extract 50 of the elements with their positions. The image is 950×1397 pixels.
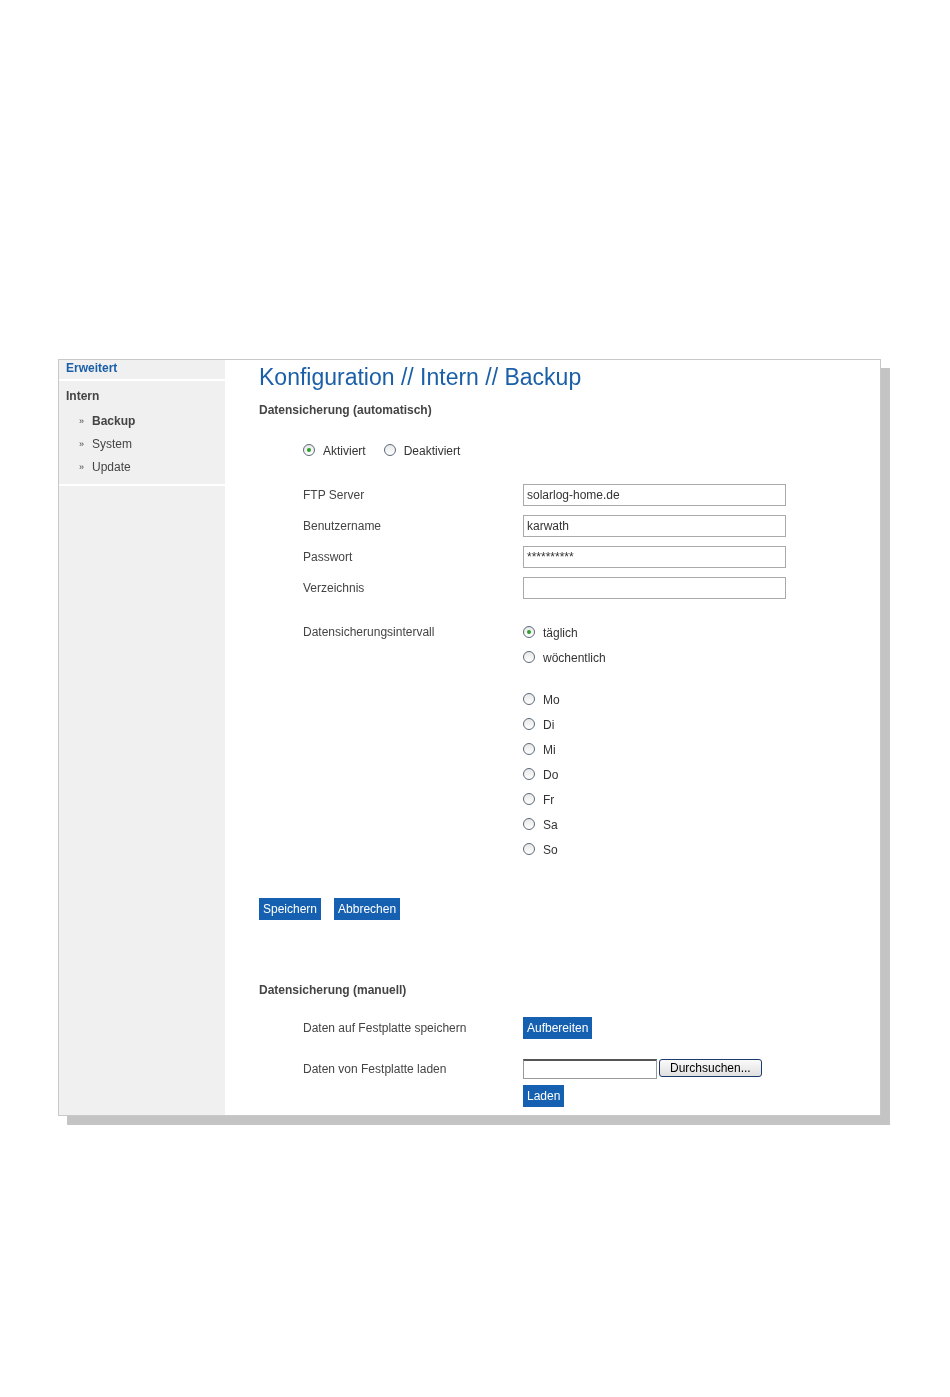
sidebar-header[interactable]: Erweitert <box>59 360 225 381</box>
field-label: Verzeichnis <box>303 581 366 595</box>
field-label: Daten von Festplatte laden <box>303 1062 448 1076</box>
field-label: Benutzername <box>303 519 383 533</box>
radio-label: wöchentlich <box>543 651 606 665</box>
sidebar-item[interactable]: System <box>92 436 133 451</box>
input-field[interactable]: ********** <box>523 546 786 568</box>
sidebar-section-title: Intern <box>65 388 101 405</box>
radio-label: So <box>543 843 558 857</box>
radio-button[interactable] <box>523 742 535 755</box>
section-heading: Datensicherung (manuell) <box>259 983 408 997</box>
bullet-mark: » <box>79 438 84 449</box>
sidebar-item[interactable]: Update <box>92 459 131 474</box>
sidebar-item[interactable]: Backup <box>92 413 136 428</box>
radio-button[interactable] <box>523 792 535 805</box>
radio-button[interactable] <box>303 443 315 456</box>
browse-button[interactable]: Durchsuchen... <box>659 1059 762 1077</box>
radio-label: Do <box>543 768 559 782</box>
radio-button[interactable] <box>523 650 535 663</box>
radio-button[interactable] <box>523 625 535 638</box>
radio-button[interactable] <box>523 842 535 855</box>
prepare-button[interactable]: Aufbereiten <box>523 1017 593 1039</box>
radio-label: täglich <box>543 626 578 640</box>
bullet-mark: » <box>79 415 84 426</box>
radio-label: Mi <box>543 743 556 757</box>
radio-button[interactable] <box>523 767 535 780</box>
input-field[interactable]: karwath <box>523 515 786 537</box>
radio-label: Sa <box>543 818 558 832</box>
radio-button[interactable] <box>383 443 396 456</box>
bullet-mark: » <box>79 461 84 472</box>
radio-button[interactable] <box>523 692 535 705</box>
action-button[interactable]: Abbrechen <box>334 898 401 920</box>
radio-button[interactable] <box>523 817 535 830</box>
radio-label: Fr <box>543 793 555 807</box>
section-heading: Datensicherung (automatisch) <box>259 403 433 417</box>
radio-label: Di <box>543 718 555 732</box>
action-button[interactable]: Speichern <box>259 898 322 920</box>
field-label: Datensicherungsintervall <box>303 625 436 639</box>
file-path-field[interactable] <box>523 1059 657 1079</box>
radio-label: Mo <box>543 693 560 707</box>
radio-button[interactable] <box>523 717 535 730</box>
field-label: FTP Server <box>303 488 366 502</box>
page-title: Konfiguration // Intern // Backup <box>259 364 582 391</box>
field-label: Daten auf Festplatte speichern <box>303 1021 468 1035</box>
radio-label: Deaktiviert <box>403 444 461 458</box>
input-field[interactable]: solarlog-home.de <box>523 484 786 506</box>
input-field[interactable] <box>523 577 786 599</box>
field-label: Passwort <box>303 550 354 564</box>
load-button[interactable]: Laden <box>523 1085 565 1107</box>
radio-label: Aktiviert <box>323 444 366 458</box>
